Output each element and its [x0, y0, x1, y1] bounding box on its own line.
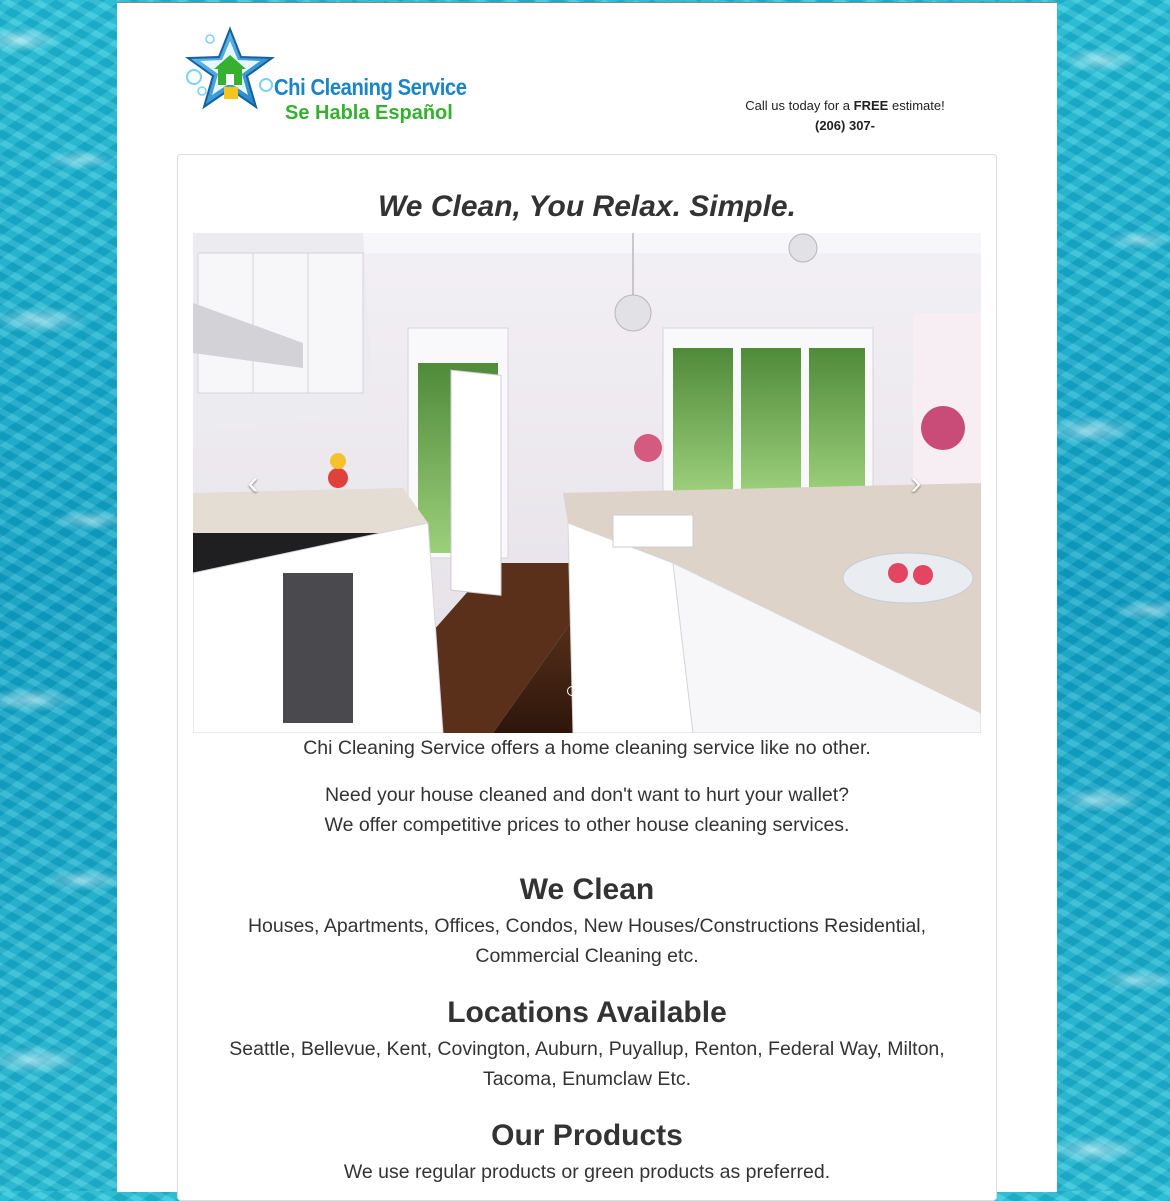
- section-title: Our Products: [491, 1119, 683, 1152]
- carousel-indicator-1[interactable]: [567, 686, 577, 696]
- wallet-paragraph: Need your house cleaned and don't want t…: [178, 780, 996, 840]
- section-text: Houses, Apartments, Offices, Condos, New…: [247, 915, 927, 967]
- section-text: We use regular products or green product…: [343, 1161, 831, 1183]
- intro-line: Chi Cleaning Service offers a home clean…: [303, 737, 871, 759]
- content-panel: We Clean, You Relax. Simple. ‹ › Chi Cle…: [177, 154, 997, 1201]
- contact-suffix: estimate!: [891, 98, 945, 113]
- section-text: Seattle, Bellevue, Kent, Covington, Aubu…: [229, 1038, 945, 1090]
- contact-block: Call us today for a FREE estimate! (206)…: [715, 96, 975, 136]
- carousel-indicators: [193, 685, 981, 697]
- site-header: Chi Cleaning Service Se Habla Español Ca…: [117, 3, 1057, 154]
- star-logo-icon: [185, 26, 275, 110]
- section-products: Our Products We use regular products or …: [178, 1119, 996, 1187]
- chevron-right-icon[interactable]: ›: [896, 463, 936, 503]
- section-we-clean: We Clean Houses, Apartments, Offices, Co…: [178, 873, 996, 971]
- chevron-left-icon[interactable]: ‹: [233, 463, 273, 503]
- kitchen-slide-image: [193, 233, 981, 733]
- wallet-line-1: Need your house cleaned and don't want t…: [324, 784, 850, 806]
- logo-brand-name: Chi Cleaning Service: [274, 74, 467, 100]
- carousel-indicator-2[interactable]: [581, 685, 593, 697]
- image-carousel[interactable]: ‹ ›: [193, 233, 981, 733]
- section-title: Locations Available: [447, 996, 727, 1029]
- carousel-indicator-3[interactable]: [597, 686, 607, 696]
- page-headline: We Clean, You Relax. Simple.: [378, 190, 796, 223]
- logo-tagline: Se Habla Español: [285, 102, 453, 124]
- site-logo[interactable]: Chi Cleaning Service Se Habla Español: [180, 25, 480, 135]
- intro-text: Chi Cleaning Service offers a home clean…: [178, 736, 996, 856]
- section-locations: Locations Available Seattle, Bellevue, K…: [178, 996, 996, 1094]
- contact-prefix: Call us today for a: [745, 98, 851, 113]
- page-container: Chi Cleaning Service Se Habla Español Ca…: [117, 2, 1057, 1201]
- wallet-line-2: We offer competitive prices to other hou…: [324, 814, 850, 836]
- contact-free: FREE: [853, 98, 889, 113]
- section-title: We Clean: [519, 873, 655, 906]
- contact-line: Call us today for a FREE estimate!: [715, 96, 975, 116]
- phone-number[interactable]: (206) 307-: [715, 116, 975, 136]
